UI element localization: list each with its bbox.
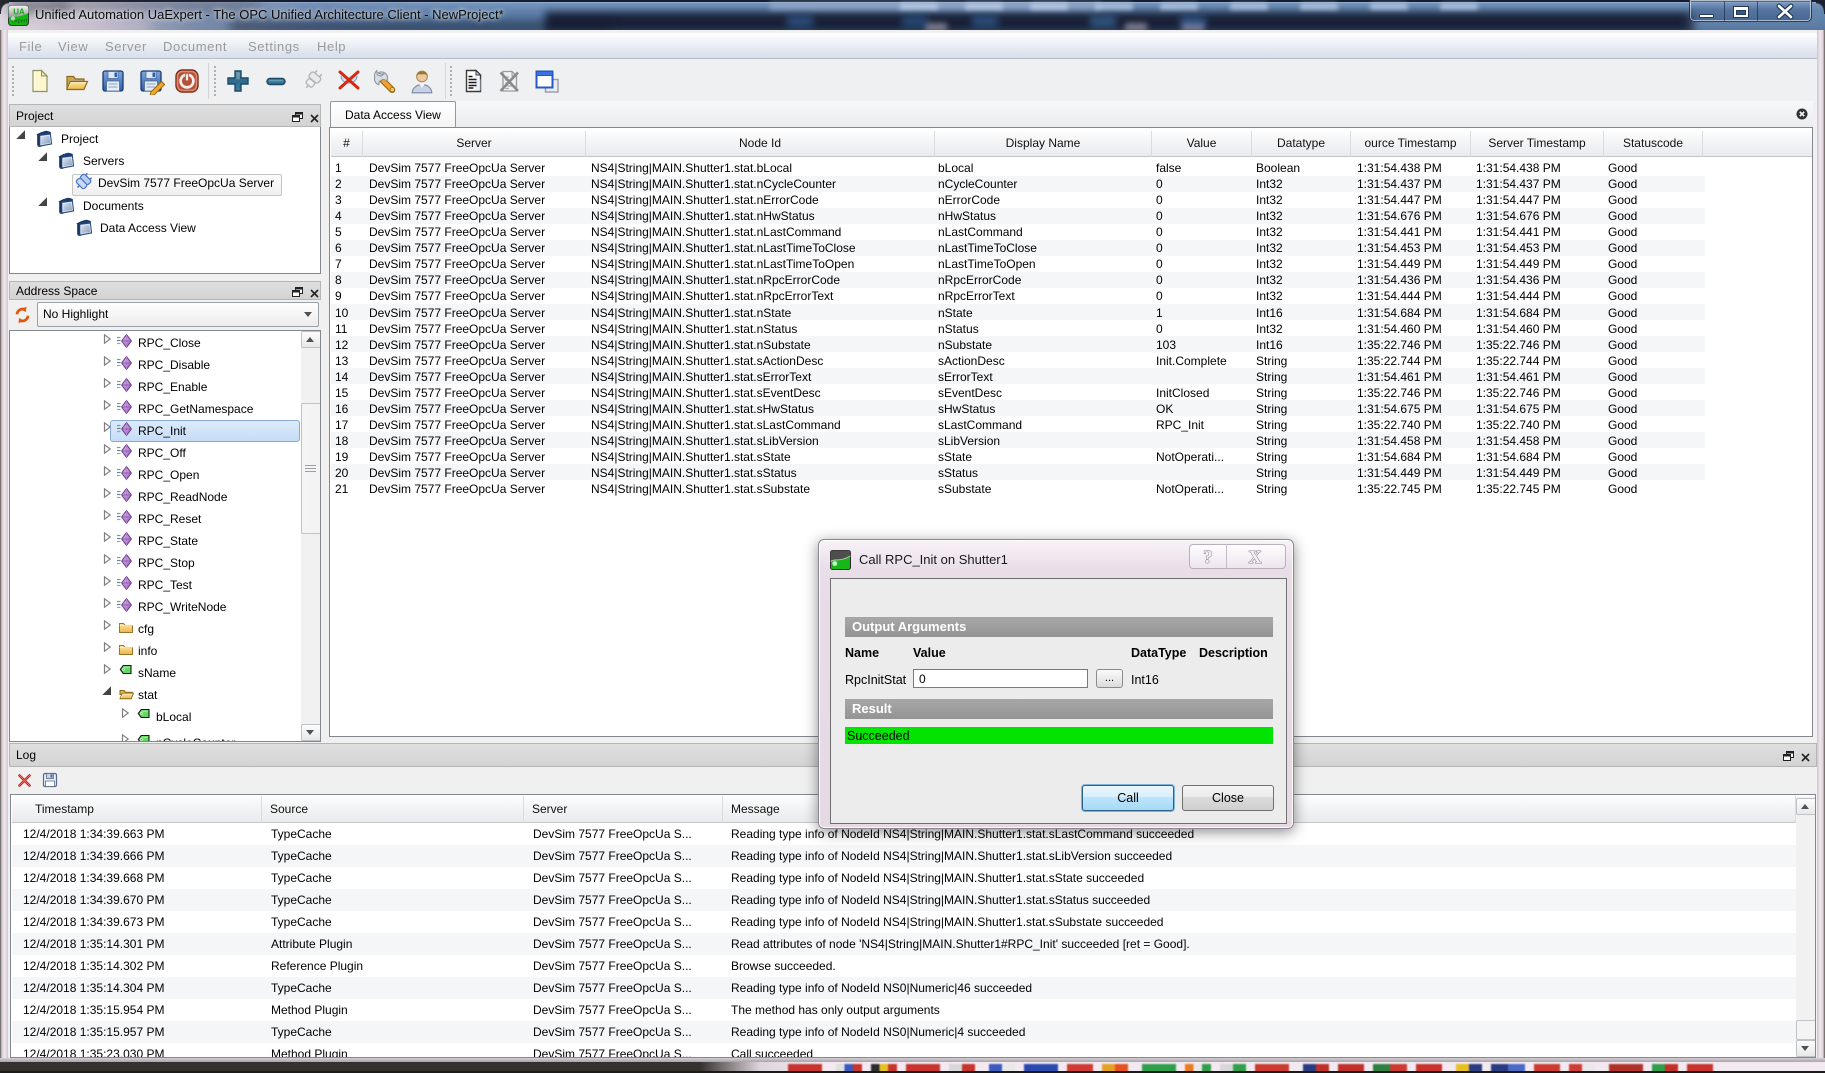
svg-text:X: X — [1249, 547, 1262, 567]
svg-text:UA: UA — [13, 8, 25, 17]
svg-text:?: ? — [1203, 547, 1213, 568]
